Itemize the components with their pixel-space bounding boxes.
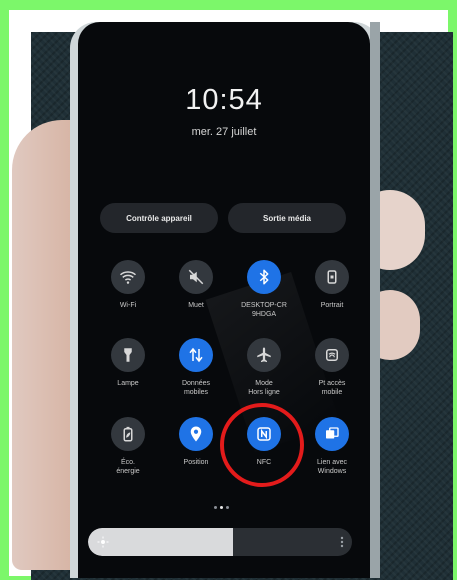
page-indicator xyxy=(214,506,229,509)
brightness-fill xyxy=(88,528,234,556)
tile-mute[interactable]: Muet xyxy=(161,260,231,310)
bluetooth-icon xyxy=(247,260,281,294)
tile-bluetooth[interactable]: DESKTOP-CR 9HDGA xyxy=(229,260,299,319)
wifi-icon xyxy=(111,260,145,294)
clock-date: mer. 27 juillet xyxy=(191,126,257,138)
page-dot xyxy=(220,506,223,509)
tile-hotspot[interactable]: Pt accès mobile xyxy=(297,338,367,397)
tile-label: Pt accès mobile xyxy=(318,380,346,396)
sun-icon xyxy=(97,536,109,548)
mute-icon xyxy=(179,260,213,294)
quick-panel-screen: 10:54 mer. 27 juillet Contrôle appareil … xyxy=(78,22,370,578)
tile-label: Éco. énergie xyxy=(116,459,140,475)
phone: 10:54 mer. 27 juillet Contrôle appareil … xyxy=(70,22,380,578)
clock-time: 10:54 xyxy=(185,84,263,116)
tile-label: Données mobiles xyxy=(181,380,211,396)
mobile-data-icon xyxy=(179,338,213,372)
device-control-button[interactable]: Contrôle appareil xyxy=(100,203,218,233)
tile-label: Mode Hors ligne xyxy=(248,380,280,396)
battery-leaf-icon xyxy=(111,417,145,451)
tile-label: Lampe xyxy=(117,380,139,387)
tile-mobile-data[interactable]: Données mobiles xyxy=(161,338,231,397)
tile-label: Wi-Fi xyxy=(119,302,137,309)
page-dot xyxy=(226,506,229,509)
hotspot-icon xyxy=(315,338,349,372)
nfc-highlight-circle xyxy=(220,403,304,487)
tile-label: Position xyxy=(183,459,209,466)
tile-label: Muet xyxy=(188,302,204,309)
tile-label: Portrait xyxy=(320,302,344,309)
brightness-slider[interactable] xyxy=(88,528,352,556)
tile-portrait[interactable]: Portrait xyxy=(297,260,367,310)
media-output-button[interactable]: Sortie média xyxy=(228,203,346,233)
tile-flashlight[interactable]: Lampe xyxy=(93,338,163,388)
location-pin-icon xyxy=(179,417,213,451)
page-dot xyxy=(214,506,217,509)
tile-power-saving[interactable]: Éco. énergie xyxy=(93,417,163,476)
more-options-icon[interactable] xyxy=(340,536,344,548)
tile-link-windows[interactable]: Lien avec Windows xyxy=(297,417,367,476)
phone-edge xyxy=(370,22,380,578)
tile-airplane[interactable]: Mode Hors ligne xyxy=(229,338,299,397)
tile-wifi[interactable]: Wi-Fi xyxy=(93,260,163,310)
tile-label: Lien avec Windows xyxy=(317,459,347,475)
airplane-icon xyxy=(247,338,281,372)
portrait-lock-icon xyxy=(315,260,349,294)
link-windows-icon xyxy=(315,417,349,451)
tile-label: DESKTOP-CR 9HDGA xyxy=(241,302,287,318)
flashlight-icon xyxy=(111,338,145,372)
